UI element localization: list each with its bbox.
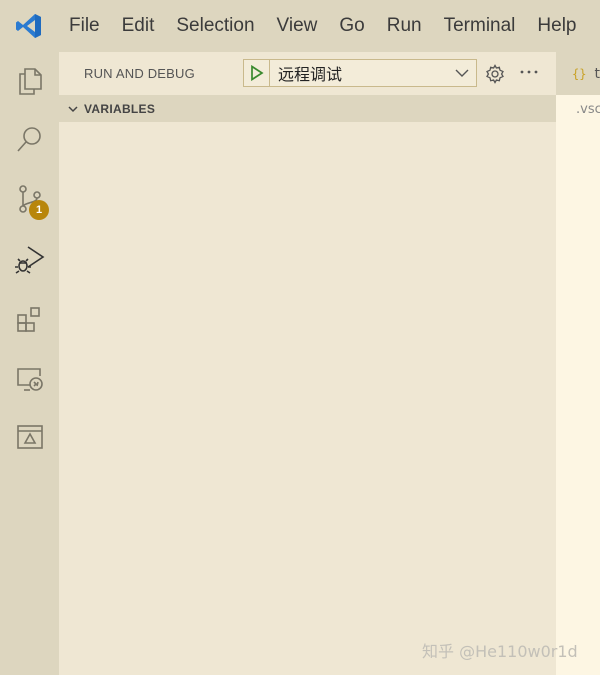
vscode-window: File Edit Selection View Go Run Terminal…	[0, 0, 600, 675]
search-icon[interactable]	[0, 110, 59, 168]
breadcrumb[interactable]: .vsc	[576, 102, 600, 117]
more-actions-icon[interactable]	[518, 62, 540, 82]
editor-tab-bar: {} t	[556, 52, 600, 95]
sidebar-title: RUN AND DEBUG	[84, 66, 195, 81]
menu-view[interactable]: View	[266, 0, 329, 52]
vscode-logo-icon	[0, 0, 58, 52]
chevron-down-icon	[68, 105, 78, 112]
debug-config-label: 远程调试	[278, 65, 343, 84]
play-icon	[250, 65, 264, 81]
variables-section-header[interactable]: VARIABLES	[59, 95, 556, 122]
variables-section-title: VARIABLES	[84, 101, 156, 116]
extensions-icon[interactable]	[0, 290, 59, 348]
editor-area: {} t .vsc	[556, 52, 600, 675]
tab-label: t	[594, 65, 600, 82]
source-control-icon[interactable]	[0, 170, 59, 228]
remote-explorer-icon[interactable]	[0, 350, 59, 408]
azure-panel-icon[interactable]	[0, 408, 59, 466]
title-bar: File Edit Selection View Go Run Terminal…	[0, 0, 600, 52]
sidebar-header: RUN AND DEBUG 远程调试	[59, 52, 556, 95]
watermark: 知乎 @He110w0r1d	[422, 642, 578, 661]
run-debug-sidebar: RUN AND DEBUG 远程调试 VARIABLES	[59, 52, 556, 675]
chevron-down-icon	[448, 68, 476, 78]
menu-edit[interactable]: Edit	[111, 0, 166, 52]
scm-badge: 1	[29, 200, 49, 220]
gear-icon[interactable]	[485, 64, 505, 84]
start-debugging-button[interactable]	[244, 60, 270, 86]
json-file-icon: {}	[572, 66, 587, 81]
menu-selection[interactable]: Selection	[165, 0, 265, 52]
menu-go[interactable]: Go	[328, 0, 375, 52]
editor-tab[interactable]: {} t	[556, 52, 600, 95]
menu-run[interactable]: Run	[376, 0, 433, 52]
explorer-icon[interactable]	[0, 52, 59, 110]
menu-terminal[interactable]: Terminal	[433, 0, 527, 52]
debug-config-select[interactable]: 远程调试	[243, 59, 477, 87]
run-debug-icon[interactable]	[0, 230, 59, 288]
activity-bar: 1	[0, 52, 59, 675]
menu-file[interactable]: File	[58, 0, 111, 52]
menu-help[interactable]: Help	[526, 0, 587, 52]
